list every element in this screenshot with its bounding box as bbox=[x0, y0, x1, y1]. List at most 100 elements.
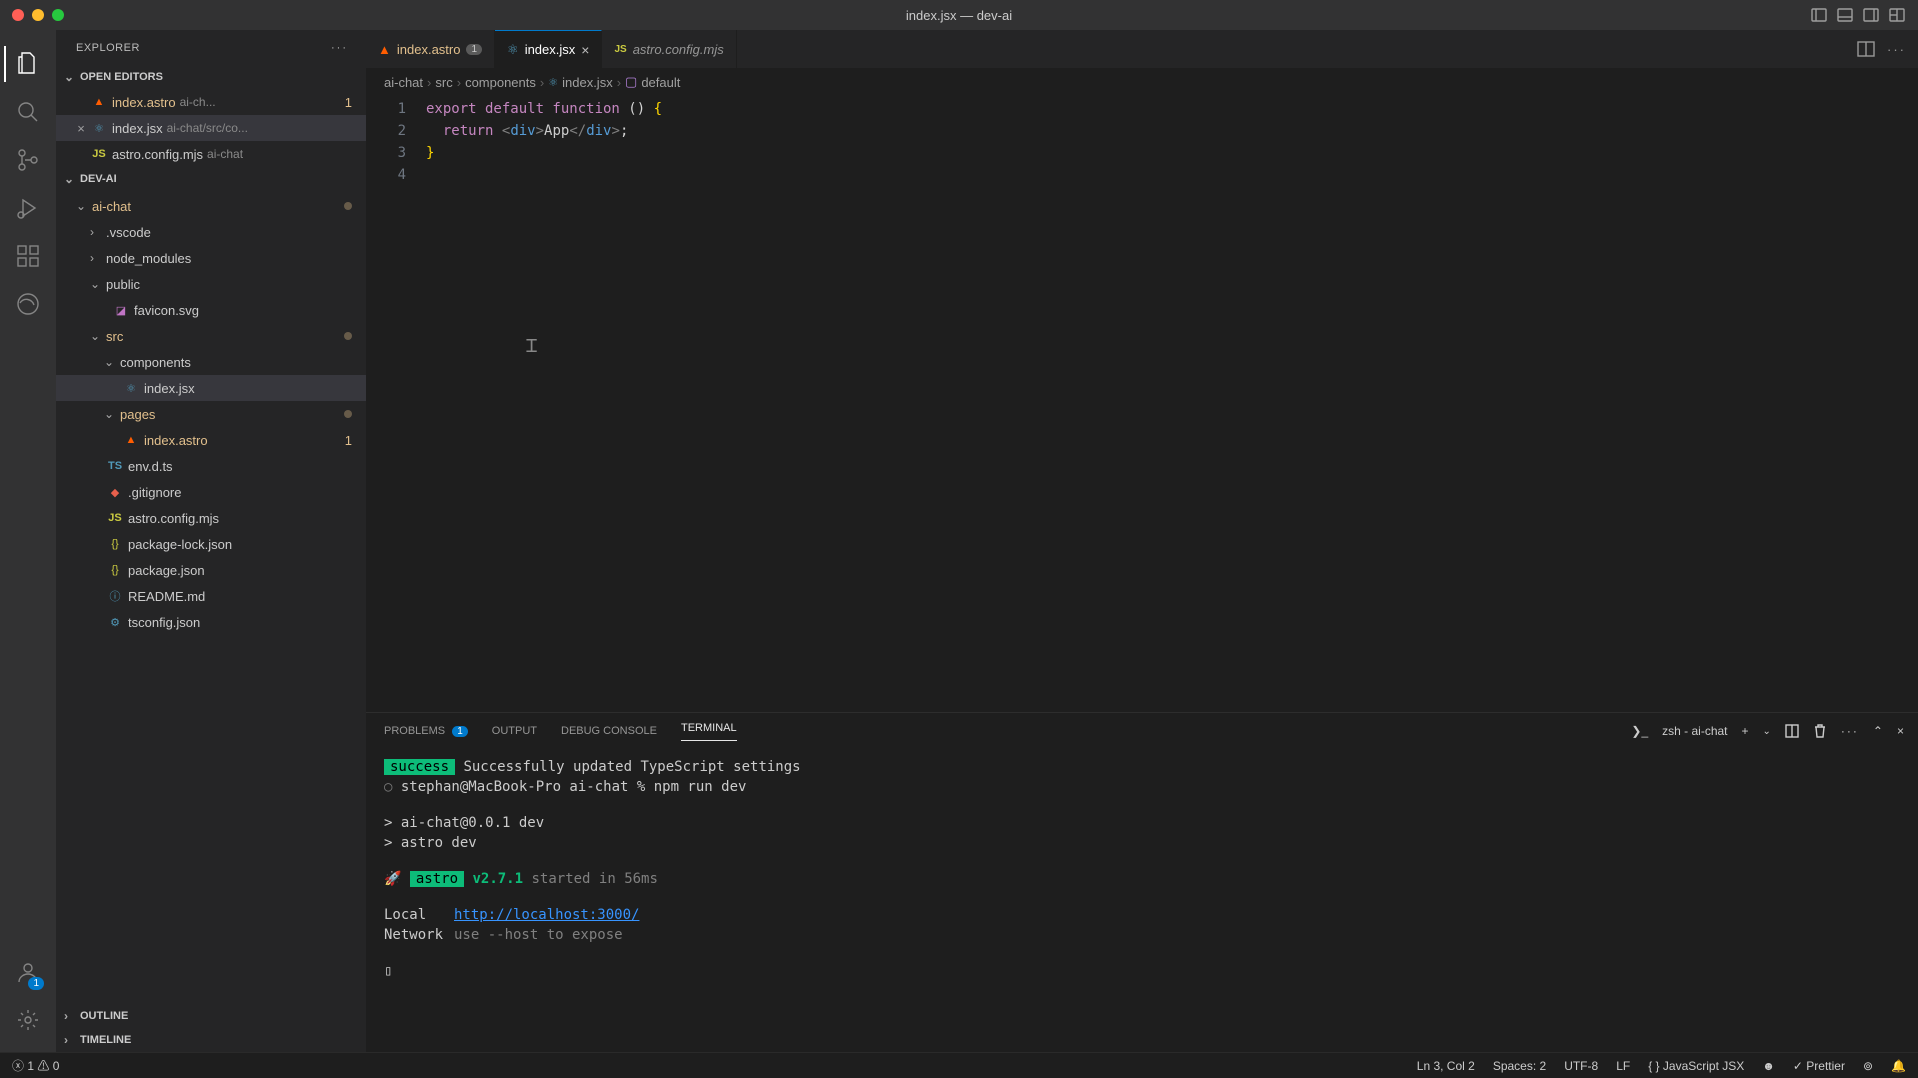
folder-item[interactable]: ⌄ components bbox=[56, 349, 366, 375]
status-spaces[interactable]: Spaces: 2 bbox=[1493, 1059, 1546, 1073]
breadcrumb-item[interactable]: src bbox=[435, 75, 452, 90]
breadcrumb-item[interactable]: default bbox=[641, 75, 680, 90]
status-prettier[interactable]: ✓ Prettier bbox=[1793, 1059, 1845, 1073]
search-activity[interactable] bbox=[4, 88, 52, 136]
breadcrumb[interactable]: ai-chat › src › components › ⚛ index.jsx… bbox=[366, 68, 1918, 96]
terminal-link[interactable]: http://localhost:3000/ bbox=[454, 907, 639, 923]
tab-index-jsx[interactable]: ⚛ index.jsx × bbox=[495, 30, 602, 68]
folder-item[interactable]: ⌄ ai-chat bbox=[56, 193, 366, 219]
split-editor-icon[interactable] bbox=[1857, 40, 1875, 58]
timeline-section[interactable]: › TIMELINE bbox=[56, 1028, 366, 1052]
tab-debug-console[interactable]: DEBUG CONSOLE bbox=[561, 725, 657, 737]
folder-item[interactable]: › node_modules bbox=[56, 245, 366, 271]
terminal-line: use --host to expose bbox=[454, 927, 623, 943]
status-encoding[interactable]: UTF-8 bbox=[1564, 1059, 1598, 1073]
new-terminal-icon[interactable]: + bbox=[1742, 724, 1749, 738]
terminal-line: started in 56ms bbox=[523, 871, 658, 887]
panel-right-icon[interactable] bbox=[1860, 4, 1882, 26]
source-control-activity[interactable] bbox=[4, 136, 52, 184]
file-item[interactable]: TS env.d.ts bbox=[56, 453, 366, 479]
open-editor-item[interactable]: ▲ index.astro ai-ch... 1 bbox=[56, 89, 366, 115]
js-file-icon: JS bbox=[106, 512, 124, 524]
maximize-window-button[interactable] bbox=[52, 9, 64, 21]
editor-tabs: ▲ index.astro 1 ⚛ index.jsx × JS astro.c… bbox=[366, 30, 1918, 68]
terminal-content[interactable]: success Successfully updated TypeScript … bbox=[366, 749, 1918, 1052]
react-file-icon: ⚛ bbox=[507, 42, 519, 58]
panel-bottom-icon[interactable] bbox=[1834, 4, 1856, 26]
folder-item[interactable]: ⌄ pages bbox=[56, 401, 366, 427]
astro-file-icon: ▲ bbox=[122, 434, 140, 446]
layout-icon[interactable] bbox=[1886, 4, 1908, 26]
chevron-right-icon: › bbox=[64, 1009, 80, 1023]
edge-activity[interactable] bbox=[4, 280, 52, 328]
open-editors-section[interactable]: ⌄ OPEN EDITORS bbox=[56, 65, 366, 89]
folder-name: pages bbox=[120, 407, 155, 422]
bell-icon[interactable]: 🔔 bbox=[1891, 1059, 1906, 1073]
tab-problems[interactable]: PROBLEMS 1 bbox=[384, 725, 468, 737]
terminal-name[interactable]: zsh - ai-chat bbox=[1662, 724, 1727, 738]
folder-item[interactable]: › .vscode bbox=[56, 219, 366, 245]
debug-activity[interactable] bbox=[4, 184, 52, 232]
explorer-more-icon[interactable]: ··· bbox=[331, 42, 348, 54]
file-item[interactable]: ⓘ README.md bbox=[56, 583, 366, 609]
file-item[interactable]: ◆ .gitignore bbox=[56, 479, 366, 505]
open-editor-item[interactable]: × ⚛ index.jsx ai-chat/src/co... bbox=[56, 115, 366, 141]
close-icon[interactable]: × bbox=[72, 121, 90, 136]
chevron-down-icon: ⌄ bbox=[76, 199, 92, 213]
file-item[interactable]: {} package-lock.json bbox=[56, 531, 366, 557]
file-item[interactable]: ▲ index.astro 1 bbox=[56, 427, 366, 453]
file-item[interactable]: JS astro.config.mjs bbox=[56, 505, 366, 531]
folder-item[interactable]: ⌄ src bbox=[56, 323, 366, 349]
breadcrumb-item[interactable]: components bbox=[465, 75, 536, 90]
window-title: index.jsx — dev-ai bbox=[906, 8, 1012, 23]
trash-icon[interactable] bbox=[1813, 724, 1827, 738]
close-icon[interactable]: × bbox=[581, 42, 589, 58]
split-terminal-icon[interactable] bbox=[1785, 724, 1799, 738]
editor-body[interactable]: 1234 export default function () { return… bbox=[366, 96, 1918, 712]
code-content[interactable]: export default function () { return <div… bbox=[426, 96, 662, 712]
folder-item[interactable]: ⌄ public bbox=[56, 271, 366, 297]
outline-section[interactable]: › OUTLINE bbox=[56, 1004, 366, 1028]
extensions-activity[interactable] bbox=[4, 232, 52, 280]
file-item[interactable]: ◪ favicon.svg bbox=[56, 297, 366, 323]
code-token: } bbox=[426, 145, 434, 161]
terminal-line: > ai-chat@0.0.1 dev bbox=[384, 815, 544, 831]
tab-index-astro[interactable]: ▲ index.astro 1 bbox=[366, 30, 495, 68]
settings-activity[interactable] bbox=[4, 996, 52, 1044]
file-name: tsconfig.json bbox=[128, 615, 200, 630]
status-eol[interactable]: LF bbox=[1616, 1059, 1630, 1073]
status-line-col[interactable]: Ln 3, Col 2 bbox=[1417, 1059, 1475, 1073]
status-lang[interactable]: { } JavaScript JSX bbox=[1648, 1059, 1744, 1073]
code-token: > bbox=[536, 123, 544, 139]
breadcrumb-item[interactable]: index.jsx bbox=[562, 75, 613, 90]
explorer-activity[interactable] bbox=[4, 40, 52, 88]
code-token: </ bbox=[569, 123, 586, 139]
explorer-title: EXPLORER bbox=[76, 42, 140, 54]
tab-terminal[interactable]: TERMINAL bbox=[681, 722, 737, 741]
symbol-icon: ▢ bbox=[625, 74, 637, 90]
copilot-icon[interactable]: ☻ bbox=[1762, 1059, 1775, 1073]
close-icon[interactable]: × bbox=[1897, 724, 1904, 738]
tab-output[interactable]: OUTPUT bbox=[492, 725, 537, 737]
workspace-section[interactable]: ⌄ DEV-AI bbox=[56, 167, 366, 191]
file-item[interactable]: ⚙ tsconfig.json bbox=[56, 609, 366, 635]
code-token: > bbox=[612, 123, 620, 139]
status-errors[interactable]: ⓧ 1 ⚠ 0 bbox=[12, 1057, 59, 1074]
file-item[interactable]: {} package.json bbox=[56, 557, 366, 583]
chevron-down-icon[interactable]: ⌄ bbox=[1763, 726, 1771, 737]
tab-astro-config[interactable]: JS astro.config.mjs bbox=[602, 30, 736, 68]
status-bar: ⓧ 1 ⚠ 0 Ln 3, Col 2 Spaces: 2 UTF-8 LF {… bbox=[0, 1052, 1918, 1078]
more-icon[interactable]: ··· bbox=[1841, 724, 1859, 738]
svg-file-icon: ◪ bbox=[112, 304, 130, 317]
broadcast-icon[interactable]: ⊚ bbox=[1863, 1059, 1873, 1073]
close-window-button[interactable] bbox=[12, 9, 24, 21]
open-editor-item[interactable]: JS astro.config.mjs ai-chat bbox=[56, 141, 366, 167]
file-tree: ⌄ ai-chat › .vscode › node_modules ⌄ pub… bbox=[56, 191, 366, 1004]
file-item[interactable]: ⚛ index.jsx bbox=[56, 375, 366, 401]
panel-left-icon[interactable] bbox=[1808, 4, 1830, 26]
more-icon[interactable]: ··· bbox=[1887, 42, 1906, 57]
account-activity[interactable]: 1 bbox=[4, 948, 52, 996]
breadcrumb-item[interactable]: ai-chat bbox=[384, 75, 423, 90]
minimize-window-button[interactable] bbox=[32, 9, 44, 21]
chevron-up-icon[interactable]: ⌃ bbox=[1873, 724, 1883, 738]
